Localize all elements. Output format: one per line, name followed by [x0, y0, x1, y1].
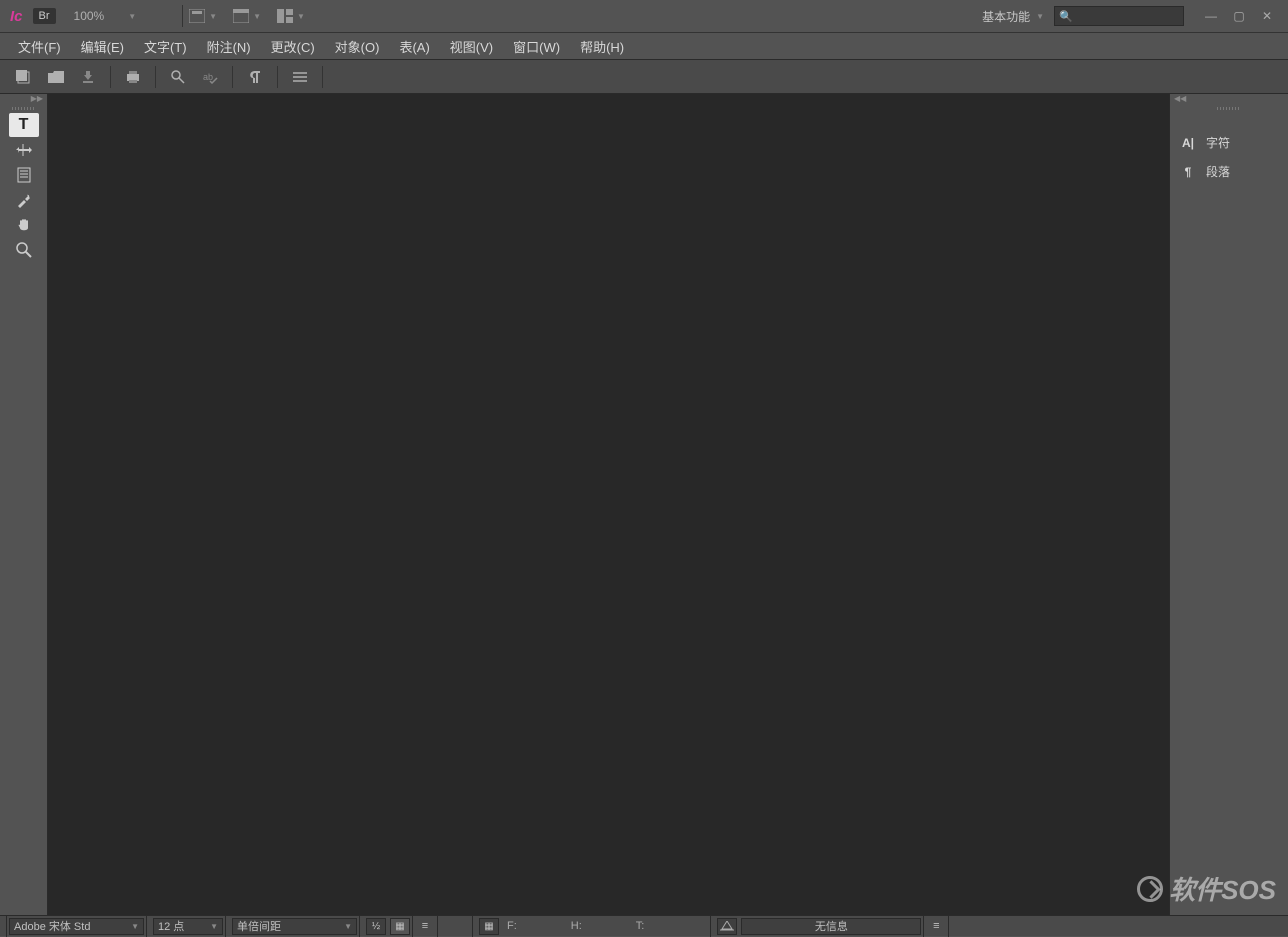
main-area: ▶▶ T ◀◀ A| 字符 ¶ 段落 软件SOS: [0, 94, 1288, 915]
character-icon: A|: [1180, 136, 1196, 150]
workspace-select[interactable]: 基本功能 ▼: [982, 8, 1044, 25]
chevron-down-icon: ▼: [210, 922, 218, 931]
paragraph-panel-tab[interactable]: ¶ 段落: [1170, 157, 1288, 186]
window-controls: — ▢ ✕: [1204, 9, 1288, 23]
measure-icon[interactable]: [717, 918, 737, 935]
search-input[interactable]: 🔍: [1054, 6, 1184, 26]
expand-toolbox-button[interactable]: ▶▶: [0, 94, 47, 104]
zoom-select[interactable]: 100% ▼: [70, 9, 165, 23]
character-panel-tab[interactable]: A| 字符: [1170, 128, 1288, 157]
type-tool[interactable]: T: [9, 113, 39, 137]
type-icon: T: [19, 116, 29, 134]
position-f-field[interactable]: [521, 919, 563, 934]
separator: [155, 66, 156, 88]
columns-button-1[interactable]: ½: [366, 918, 386, 935]
panel-label: 段落: [1206, 163, 1230, 180]
menu-view[interactable]: 视图(V): [440, 37, 503, 56]
menu-bar: 文件(F) 编辑(E) 文字(T) 附注(N) 更改(C) 对象(O) 表(A)…: [0, 33, 1288, 60]
font-size-select[interactable]: 12 点 ▼: [153, 918, 223, 935]
app-logo: Ic: [0, 8, 33, 25]
info-display: 无信息: [741, 918, 921, 935]
menu-edit[interactable]: 编辑(E): [71, 37, 134, 56]
menu-file[interactable]: 文件(F): [8, 37, 71, 56]
chevron-down-icon: ▼: [209, 12, 217, 21]
collapse-panel-button[interactable]: ◀◀: [1170, 94, 1288, 104]
chevron-down-icon: ▼: [253, 12, 261, 21]
chevron-down-icon: ▼: [128, 12, 136, 21]
search-icon: 🔍: [1059, 10, 1073, 23]
open-button[interactable]: [42, 65, 70, 89]
position-tool[interactable]: [9, 138, 39, 162]
find-button[interactable]: [164, 65, 192, 89]
line-spacing-select[interactable]: 单倍间距 ▼: [232, 918, 357, 935]
separator: [182, 5, 183, 27]
menu-table[interactable]: 表(A): [389, 37, 439, 56]
menu-window[interactable]: 窗口(W): [503, 37, 570, 56]
save-button[interactable]: [74, 65, 102, 89]
menu-button[interactable]: ≡: [926, 920, 946, 932]
chevron-down-icon: ▼: [1036, 12, 1044, 21]
chevron-down-icon: ▼: [297, 12, 305, 21]
separator: [232, 66, 233, 88]
font-select[interactable]: Adobe 宋体 Std ▼: [9, 918, 144, 935]
position-h: H:: [571, 919, 628, 934]
status-bar: Adobe 宋体 Std ▼ 12 点 ▼ 单倍间距 ▼ ½ ▦ ≡ ▦ F: …: [0, 915, 1288, 936]
position-t: T:: [636, 919, 691, 934]
menu-object[interactable]: 对象(O): [325, 37, 390, 56]
screen-mode-button[interactable]: ▼: [189, 9, 217, 23]
right-panel: ◀◀ A| 字符 ¶ 段落: [1169, 94, 1288, 915]
panel-label: 字符: [1206, 134, 1230, 151]
eyedropper-tool[interactable]: [9, 188, 39, 212]
arrange-button[interactable]: ▼: [277, 9, 305, 23]
new-button[interactable]: [10, 65, 38, 89]
drag-handle[interactable]: [0, 104, 47, 112]
title-bar: Ic Br 100% ▼ ▼ ▼ ▼ 基本功能 ▼ 🔍 — ▢ ✕: [0, 0, 1288, 33]
document-canvas[interactable]: [48, 94, 1169, 915]
zoom-value: 100%: [74, 9, 105, 23]
close-button[interactable]: ✕: [1260, 9, 1274, 23]
grid-icon[interactable]: ▦: [479, 918, 499, 935]
size-value: 12 点: [158, 918, 184, 934]
position-h-field[interactable]: [586, 919, 628, 934]
spacing-value: 单倍间距: [237, 918, 281, 934]
drag-handle[interactable]: [1170, 104, 1288, 112]
columns-button-2[interactable]: ▦: [390, 918, 410, 935]
menu-changes[interactable]: 更改(C): [261, 37, 325, 56]
print-button[interactable]: [119, 65, 147, 89]
view-mode-group: ▼ ▼ ▼: [189, 9, 305, 23]
hand-tool[interactable]: [9, 213, 39, 237]
zoom-tool[interactable]: [9, 238, 39, 262]
position-f: F:: [507, 919, 563, 934]
menu-text[interactable]: 文字(T): [134, 37, 197, 56]
note-tool[interactable]: [9, 163, 39, 187]
position-t-field[interactable]: [648, 919, 690, 934]
workspace-label: 基本功能: [982, 8, 1030, 25]
bridge-button[interactable]: Br: [33, 8, 56, 24]
minimize-button[interactable]: —: [1204, 9, 1218, 23]
separator: [277, 66, 278, 88]
view-options-button[interactable]: ▼: [233, 9, 261, 23]
chevron-down-icon: ▼: [344, 922, 352, 931]
paragraph-button[interactable]: [241, 65, 269, 89]
menu-help[interactable]: 帮助(H): [570, 37, 634, 56]
chevron-down-icon: ▼: [131, 922, 139, 931]
toolbox: ▶▶ T: [0, 94, 48, 915]
menu-notes[interactable]: 附注(N): [197, 37, 261, 56]
control-bar: ab: [0, 60, 1288, 94]
font-value: Adobe 宋体 Std: [14, 918, 90, 934]
paragraph-icon: ¶: [1180, 165, 1196, 179]
panel-menu-button[interactable]: [286, 65, 314, 89]
spell-check-button[interactable]: ab: [196, 65, 224, 89]
svg-text:ab: ab: [203, 72, 213, 82]
menu-button[interactable]: ≡: [415, 920, 435, 932]
separator: [322, 66, 323, 88]
maximize-button[interactable]: ▢: [1232, 9, 1246, 23]
separator: [110, 66, 111, 88]
